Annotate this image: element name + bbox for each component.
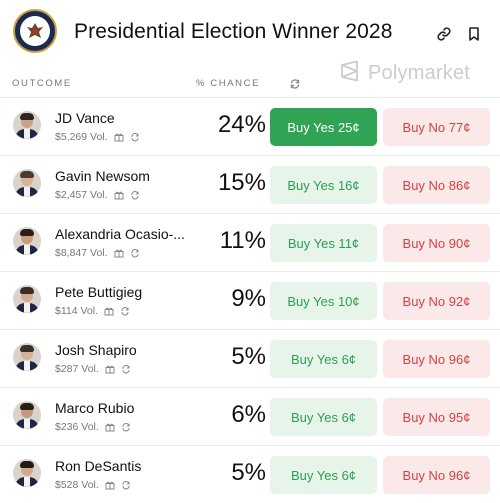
buy-no-button[interactable]: Buy No 86¢ [383,166,490,204]
volume-info: $5,269 Vol. [55,131,140,143]
presidential-seal-icon [13,9,57,53]
gift-icon [104,306,114,316]
avatar [13,401,41,429]
candidate-name[interactable]: Josh Shapiro [55,342,137,358]
chance-value: 5% [231,459,266,486]
gift-icon [105,364,115,374]
buy-no-button[interactable]: Buy No 77¢ [383,108,490,146]
volume-info: $114 Vol. [55,305,130,317]
repeat-icon [130,248,140,258]
avatar [13,459,41,487]
buy-yes-button[interactable]: Buy Yes 6¢ [270,398,377,436]
chance-value: 24% [217,111,266,138]
repeat-icon [121,422,131,432]
candidate-name[interactable]: Gavin Newsom [55,168,150,184]
gift-icon [105,480,115,490]
buy-no-button[interactable]: Buy No 95¢ [383,398,490,436]
avatar [13,169,41,197]
avatar [13,285,41,313]
buy-yes-button[interactable]: Buy Yes 16¢ [270,166,377,204]
volume-text: $528 Vol. [55,479,99,491]
outcome-row[interactable]: Marco Rubio $236 Vol. 6% Buy Yes 6¢ Buy … [0,387,500,445]
avatar [13,111,41,139]
outcome-column-header: OUTCOME [12,78,72,89]
gift-icon [105,422,115,432]
polymarket-brand: Polymarket [340,60,471,87]
repeat-icon [120,306,130,316]
volume-text: $114 Vol. [55,305,99,317]
volume-info: $287 Vol. [55,363,131,375]
buy-no-button[interactable]: Buy No 96¢ [383,340,490,378]
volume-text: $2,457 Vol. [55,189,108,201]
buy-yes-button[interactable]: Buy Yes 10¢ [270,282,377,320]
chance-value: 6% [231,401,266,428]
repeat-icon [130,132,140,142]
buy-no-button[interactable]: Buy No 92¢ [383,282,490,320]
gift-icon [114,132,124,142]
refresh-icon[interactable] [289,77,301,89]
bookmark-icon[interactable] [466,26,482,42]
buy-yes-button[interactable]: Buy Yes 6¢ [270,340,377,378]
chance-value: 11% [219,227,266,254]
repeat-icon [121,364,131,374]
outcome-row[interactable]: Alexandria Ocasio-... $8,847 Vol. 11% Bu… [0,213,500,271]
volume-text: $8,847 Vol. [55,247,108,259]
outcome-row[interactable]: JD Vance $5,269 Vol. 24% Buy Yes 25¢ Buy… [0,97,500,155]
gift-icon [114,248,124,258]
buy-yes-button[interactable]: Buy Yes 6¢ [270,456,377,494]
volume-text: $236 Vol. [55,421,99,433]
avatar [13,343,41,371]
volume-info: $2,457 Vol. [55,189,140,201]
polymarket-logo-icon [340,60,360,87]
outcome-row[interactable]: Pete Buttigieg $114 Vol. 9% Buy Yes 10¢ … [0,271,500,329]
candidate-name[interactable]: Marco Rubio [55,400,134,416]
repeat-icon [130,190,140,200]
outcome-row[interactable]: Gavin Newsom $2,457 Vol. 15% Buy Yes 16¢… [0,155,500,213]
repeat-icon [121,480,131,490]
candidate-name[interactable]: JD Vance [55,110,115,126]
volume-text: $287 Vol. [55,363,99,375]
outcome-row[interactable]: Josh Shapiro $287 Vol. 5% Buy Yes 6¢ Buy… [0,329,500,387]
volume-info: $8,847 Vol. [55,247,140,259]
outcome-row[interactable]: Ron DeSantis $528 Vol. 5% Buy Yes 6¢ Buy… [0,445,500,503]
candidate-name[interactable]: Pete Buttigieg [55,284,142,300]
avatar [13,227,41,255]
candidate-name[interactable]: Alexandria Ocasio-... [55,226,185,242]
volume-text: $5,269 Vol. [55,131,108,143]
buy-yes-button[interactable]: Buy Yes 11¢ [270,224,377,262]
chance-value: 5% [231,343,266,370]
buy-no-button[interactable]: Buy No 96¢ [383,456,490,494]
link-icon[interactable] [436,26,452,42]
polymarket-brand-name: Polymarket [368,61,471,84]
candidate-name[interactable]: Ron DeSantis [55,458,141,474]
page-title: Presidential Election Winner 2028 [74,20,393,43]
chance-value: 15% [217,169,266,196]
chance-column-header: % CHANCE [196,78,261,89]
market-header: Presidential Election Winner 2028 [0,0,500,68]
volume-info: $528 Vol. [55,479,131,491]
buy-yes-button[interactable]: Buy Yes 25¢ [270,108,377,146]
volume-info: $236 Vol. [55,421,131,433]
buy-no-button[interactable]: Buy No 90¢ [383,224,490,262]
gift-icon [114,190,124,200]
chance-value: 9% [231,285,266,312]
